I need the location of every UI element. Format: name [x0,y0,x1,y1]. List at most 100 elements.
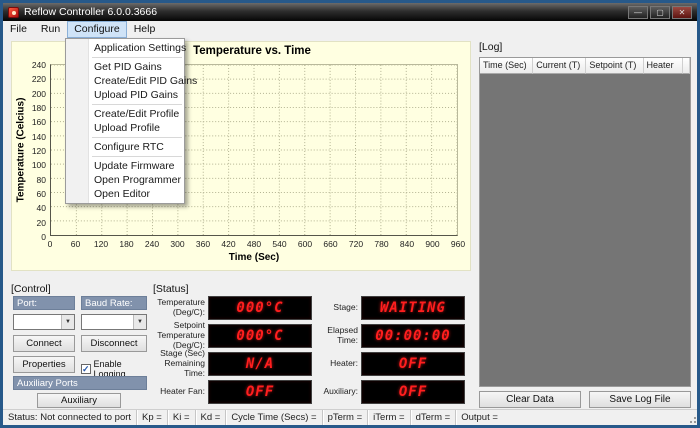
setpoint-temperature-label: Setpoint Temperature (Deg/C): [153,321,205,350]
log-table-body[interactable] [480,74,690,386]
baud-rate-label: Baud Rate: [81,296,147,310]
resize-grip[interactable] [685,412,697,424]
statusbar-kd: Kd = [196,410,227,425]
connect-button[interactable]: Connect [13,335,75,352]
log-col-filler [683,58,690,74]
y-tick-label: 220 [18,74,46,84]
x-tick-label: 840 [396,239,418,249]
port-select[interactable]: ▼ [13,314,75,330]
minimize-icon[interactable]: — [628,6,648,19]
statusbar-cycle-time: Cycle Time (Secs) = [226,410,322,425]
log-table-header: Time (Sec) Current (T) Setpoint (T) Heat… [480,58,690,74]
menu-item-create-edit-pid-gains[interactable]: Create/Edit PID Gains [66,74,184,88]
heater-fan-label: Heater Fan: [153,387,205,397]
control-group-label: [Control] [11,283,51,295]
x-tick-label: 660 [320,239,342,249]
menu-configure[interactable]: Configure [67,21,127,38]
menu-run[interactable]: Run [34,21,67,38]
title-bar: Reflow Controller 6.0.0.3666 — ▢ ✕ [3,3,697,21]
menu-item-create-edit-profile[interactable]: Create/Edit Profile [66,107,184,121]
port-label: Port: [13,296,75,310]
temperature-label: Temperature (Deg/C): [153,298,205,318]
y-tick-label: 180 [18,103,46,113]
chevron-down-icon: ▼ [133,315,146,329]
x-tick-label: 300 [167,239,189,249]
x-tick-label: 780 [371,239,393,249]
y-tick-label: 40 [18,203,46,213]
log-panel: [Log] Time (Sec) Current (T) Setpoint (T… [479,41,691,411]
y-tick-label: 80 [18,175,46,185]
heater-label: Heater: [318,359,358,369]
x-tick-label: 720 [345,239,367,249]
close-icon[interactable]: ✕ [672,6,692,19]
x-tick-label: 120 [90,239,112,249]
window-title: Reflow Controller 6.0.0.3666 [24,6,157,18]
log-col-time[interactable]: Time (Sec) [480,58,533,74]
auxiliary-display: OFF [361,380,465,404]
y-tick-label: 240 [18,60,46,70]
stage-display: WAITING [361,296,465,320]
status-row: Stage (Sec) Remaining Time: N/A Heater: … [153,351,471,377]
configure-dropdown: Application Settings Get PID Gains Creat… [65,38,185,204]
menu-separator [92,104,182,105]
log-table: Time (Sec) Current (T) Setpoint (T) Heat… [479,57,691,387]
x-tick-label: 240 [141,239,163,249]
status-group-label: [Status] [153,283,189,295]
menu-item-update-firmware[interactable]: Update Firmware [66,159,184,173]
y-tick-label: 200 [18,89,46,99]
menu-item-configure-rtc[interactable]: Configure RTC [66,140,184,154]
menu-bar: File Run Configure Help [3,21,697,38]
x-tick-label: 360 [192,239,214,249]
checkbox-check-icon[interactable]: ✓ [81,364,91,374]
menu-item-upload-profile[interactable]: Upload Profile [66,121,184,135]
stage-remaining-display: N/A [208,352,312,376]
log-col-setpoint[interactable]: Setpoint (T) [586,58,643,74]
x-tick-label: 180 [116,239,138,249]
menu-separator [92,137,182,138]
menu-item-open-editor[interactable]: Open Editor [66,187,184,201]
x-tick-label: 900 [422,239,444,249]
menu-file[interactable]: File [3,21,34,38]
stage-label: Stage: [318,303,358,313]
baud-rate-select[interactable]: ▼ [81,314,147,330]
menu-separator [92,156,182,157]
menu-item-upload-pid-gains[interactable]: Upload PID Gains [66,88,184,102]
status-bar: Status: Not connected to port Kp = Ki = … [3,409,697,425]
status-row: Heater Fan: OFF Auxiliary: OFF [153,379,471,405]
setpoint-display: 000°C [208,324,312,348]
save-log-file-button[interactable]: Save Log File [589,391,691,408]
status-panel: [Status] Temperature (Deg/C): 000°C Stag… [153,281,471,409]
clear-data-button[interactable]: Clear Data [479,391,581,408]
statusbar-dterm: dTerm = [411,410,457,425]
heater-fan-display: OFF [208,380,312,404]
maximize-icon[interactable]: ▢ [650,6,670,19]
auxiliary-ports-label: Auxiliary Ports [13,376,147,390]
log-col-current[interactable]: Current (T) [533,58,586,74]
stage-remaining-label: Stage (Sec) Remaining Time: [153,349,205,378]
auxiliary-button[interactable]: Auxiliary [37,393,121,408]
statusbar-output: Output = [456,410,503,425]
statusbar-kp: Kp = [137,410,168,425]
menu-item-get-pid-gains[interactable]: Get PID Gains [66,60,184,74]
elapsed-time-display: 00:00:00 [361,324,465,348]
auxiliary-label: Auxiliary: [318,387,358,397]
log-col-heater[interactable]: Heater [644,58,683,74]
statusbar-connection: Status: Not connected to port [3,410,137,425]
statusbar-iterm: iTerm = [368,410,410,425]
status-row: Setpoint Temperature (Deg/C): 000°C Elap… [153,323,471,349]
app-icon[interactable] [8,7,19,18]
x-tick-label: 60 [65,239,87,249]
y-tick-label: 120 [18,146,46,156]
menu-help[interactable]: Help [127,21,163,38]
menu-item-open-programmer[interactable]: Open Programmer [66,173,184,187]
y-tick-label: 20 [18,218,46,228]
x-tick-label: 600 [294,239,316,249]
disconnect-button[interactable]: Disconnect [81,335,147,352]
menu-item-application-settings[interactable]: Application Settings [66,41,184,55]
x-tick-label: 540 [269,239,291,249]
properties-button[interactable]: Properties [13,356,75,373]
app-window: Reflow Controller 6.0.0.3666 — ▢ ✕ File … [0,0,700,428]
status-row: Temperature (Deg/C): 000°C Stage: WAITIN… [153,295,471,321]
statusbar-pterm: pTerm = [323,410,369,425]
x-tick-label: 480 [243,239,265,249]
